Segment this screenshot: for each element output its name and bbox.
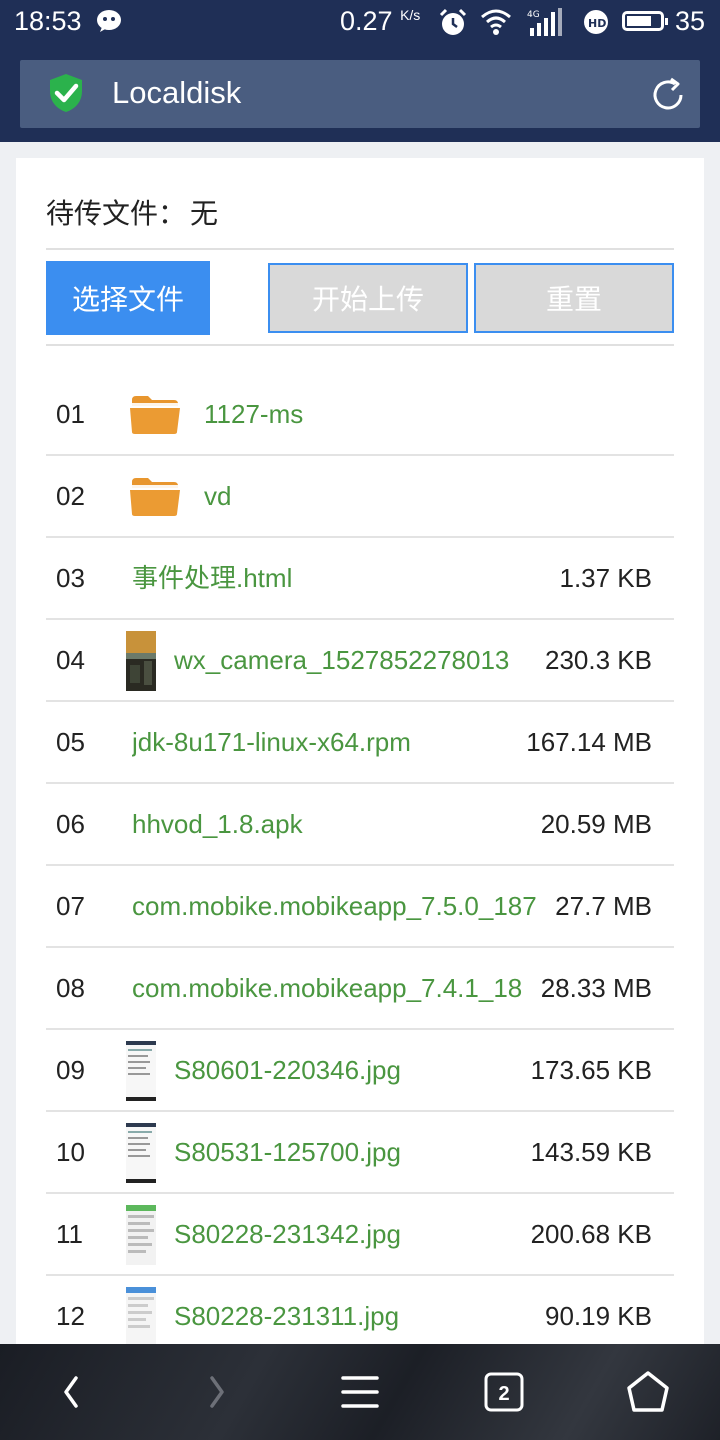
app-bar: Localdisk — [20, 60, 700, 128]
pending-files: 待传文件：无 — [46, 192, 218, 232]
file-index: 04 — [56, 645, 85, 675]
file-row[interactable]: 07 com.mobike.mobikeapp_7.5.0_187 27.7 MB — [46, 866, 674, 948]
file-row[interactable]: 09 S80601-220346.jpg 173.65 KB — [46, 1030, 674, 1112]
divider — [46, 248, 674, 250]
battery-level: 35 — [675, 6, 706, 36]
file-size: 28.33 MB — [536, 948, 652, 1028]
file-size: 173.65 KB — [526, 1030, 652, 1110]
screenshot-thumbnail — [126, 1041, 156, 1101]
home-icon[interactable] — [622, 1366, 674, 1418]
photo-thumbnail — [126, 631, 156, 691]
wifi-icon — [481, 9, 511, 35]
shield-check-icon — [50, 74, 82, 112]
pending-label: 待传文件： — [46, 198, 187, 229]
forward-icon[interactable] — [190, 1366, 242, 1418]
screenshot-thumbnail — [126, 1287, 156, 1344]
file-row[interactable]: 11 S80228-231342.jpg 200.68 KB — [46, 1194, 674, 1276]
status-bar: 18:53 0.27 K/s 4G HD 35 — [0, 0, 720, 46]
hd-call-icon: HD — [584, 10, 608, 34]
file-size: 143.59 KB — [526, 1112, 652, 1192]
file-index: 06 — [56, 809, 85, 839]
file-row[interactable]: 12 S80228-231311.jpg 90.19 KB — [46, 1276, 674, 1344]
app-title: Localdisk — [112, 75, 242, 110]
file-index: 10 — [56, 1137, 85, 1167]
file-list: 01 1127-ms 02 vd 03 事件处理.html 1.37 KB 04 wx_came… — [46, 374, 674, 1344]
file-index: 09 — [56, 1055, 85, 1085]
network-rate-unit: K/s — [400, 7, 421, 23]
select-files-button[interactable]: 选择文件 — [46, 261, 210, 335]
file-size: 167.14 MB — [522, 702, 652, 782]
file-index: 08 — [56, 973, 85, 1003]
reset-button[interactable]: 重置 — [474, 263, 674, 333]
file-size: 230.3 KB — [541, 620, 652, 700]
refresh-icon[interactable] — [650, 77, 686, 113]
screenshot-thumbnail — [126, 1123, 156, 1183]
status-time: 18:53 — [14, 6, 82, 36]
pending-value: 无 — [190, 198, 219, 229]
network-type: 4G — [527, 10, 540, 20]
file-row[interactable]: 10 S80531-125700.jpg 143.59 KB — [46, 1112, 674, 1194]
divider — [46, 344, 674, 346]
folder-icon — [130, 396, 180, 434]
tab-count: 2 — [498, 1383, 509, 1405]
wechat-icon — [97, 10, 121, 32]
file-row[interactable]: 04 wx_camera_1527852278013 230.3 KB — [46, 620, 674, 702]
browser-nav-bar: 2 — [0, 1344, 720, 1440]
file-index: 01 — [56, 399, 85, 429]
file-row[interactable]: 06 hhvod_1.8.apk 20.59 MB — [46, 784, 674, 866]
file-size: 90.19 KB — [541, 1276, 652, 1344]
file-size: 27.7 MB — [551, 866, 652, 946]
file-row[interactable]: 03 事件处理.html 1.37 KB — [46, 538, 674, 620]
file-index: 03 — [56, 563, 85, 593]
upload-panel: 待传文件：无 选择文件 开始上传 重置 01 1127-ms 02 vd 03 事件处理.… — [16, 158, 704, 1344]
folder-name[interactable]: vd — [204, 456, 652, 536]
svg-text:HD: HD — [588, 17, 606, 30]
file-size: 20.59 MB — [536, 784, 652, 864]
file-index: 02 — [56, 481, 85, 511]
back-icon[interactable] — [46, 1366, 98, 1418]
alarm-icon — [439, 8, 467, 35]
folder-icon — [130, 478, 180, 516]
file-size: 200.68 KB — [526, 1194, 652, 1274]
folder-name[interactable]: 1127-ms — [204, 374, 652, 454]
menu-icon[interactable] — [334, 1366, 386, 1418]
battery-icon — [622, 11, 668, 31]
start-upload-button[interactable]: 开始上传 — [268, 263, 468, 333]
tabs-icon[interactable]: 2 — [478, 1366, 530, 1418]
network-rate: 0.27 K/s — [340, 6, 420, 37]
file-index: 07 — [56, 891, 85, 921]
file-row[interactable]: 01 1127-ms — [46, 374, 674, 456]
file-row[interactable]: 08 com.mobike.mobikeapp_7.4.1_18 28.33 MB — [46, 948, 674, 1030]
signal-icon: 4G — [527, 8, 562, 36]
file-size: 1.37 KB — [555, 538, 652, 618]
file-row[interactable]: 05 jdk-8u171-linux-x64.rpm 167.14 MB — [46, 702, 674, 784]
screenshot-thumbnail — [126, 1205, 156, 1265]
file-index: 11 — [56, 1219, 83, 1249]
file-row[interactable]: 02 vd — [46, 456, 674, 538]
file-index: 12 — [56, 1301, 85, 1331]
top-bar: 18:53 0.27 K/s 4G HD 35 Localdisk — [0, 0, 720, 142]
network-rate-value: 0.27 — [340, 6, 393, 36]
file-index: 05 — [56, 727, 85, 757]
